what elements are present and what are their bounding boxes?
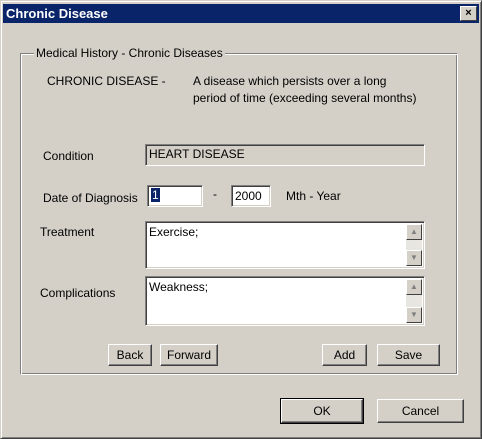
year-input[interactable]: 2000: [231, 185, 271, 207]
group-legend: Medical History - Chronic Diseases: [34, 46, 225, 60]
title-bar[interactable]: Chronic Disease ×: [3, 4, 479, 23]
cancel-button[interactable]: Cancel: [377, 399, 464, 423]
complications-value: Weakness;: [149, 280, 209, 294]
arrow-up-icon[interactable]: ▲: [406, 279, 422, 295]
condition-value: HEART DISEASE: [149, 147, 245, 161]
close-icon[interactable]: ×: [460, 6, 477, 21]
year-value: 2000: [235, 189, 262, 203]
arrow-up-icon[interactable]: ▲: [406, 224, 422, 240]
back-button[interactable]: Back: [108, 344, 152, 366]
treatment-value: Exercise;: [149, 225, 199, 239]
month-value: 1: [151, 188, 160, 202]
definition-line-2: period of time (exceeding several months…: [193, 91, 417, 105]
arrow-down-icon[interactable]: ▼: [406, 307, 422, 323]
treatment-scrollbar[interactable]: ▲ ▼: [406, 224, 422, 266]
complications-textarea[interactable]: Weakness; ▲ ▼: [145, 276, 425, 326]
add-button[interactable]: Add: [322, 344, 367, 366]
definition-line-1: A disease which persists over a long: [193, 74, 387, 88]
date-format-label: Mth - Year: [286, 189, 341, 203]
ok-button[interactable]: OK: [280, 398, 364, 424]
condition-label: Condition: [43, 149, 94, 163]
window-title: Chronic Disease: [6, 6, 108, 21]
treatment-label: Treatment: [40, 225, 95, 239]
date-separator: -: [213, 187, 217, 201]
date-of-diagnosis-label: Date of Diagnosis: [43, 191, 138, 205]
complications-scrollbar[interactable]: ▲ ▼: [406, 279, 422, 323]
treatment-textarea[interactable]: Exercise; ▲ ▼: [145, 221, 425, 269]
save-button[interactable]: Save: [377, 344, 440, 366]
condition-field: HEART DISEASE: [145, 144, 425, 166]
complications-label: Complications: [40, 286, 116, 300]
arrow-down-icon[interactable]: ▼: [406, 250, 422, 266]
month-input[interactable]: 1: [147, 185, 203, 207]
forward-button[interactable]: Forward: [160, 344, 218, 366]
definition-term: CHRONIC DISEASE -: [47, 74, 166, 88]
